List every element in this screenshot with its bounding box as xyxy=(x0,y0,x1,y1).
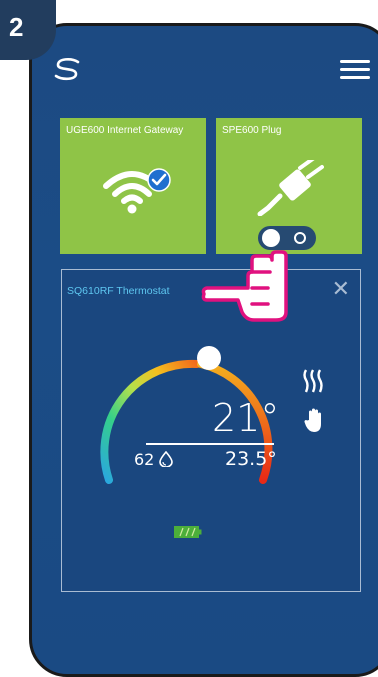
dial-knob[interactable] xyxy=(197,346,221,370)
phone-screen: UGE600 Internet Gateway SPE600 Plug SQ61… xyxy=(29,23,378,677)
thermostat-title: SQ610RF Thermostat xyxy=(67,285,170,297)
app-logo-icon xyxy=(54,58,80,81)
manual-hand-icon xyxy=(304,408,321,432)
current-temperature: 21° xyxy=(212,396,280,440)
heating-icon xyxy=(303,369,323,393)
battery-icon xyxy=(174,526,202,538)
divider xyxy=(146,443,274,445)
humidity-value: 62 xyxy=(134,450,174,469)
gateway-tile-label: UGE600 Internet Gateway xyxy=(66,125,184,136)
wifi-connected-icon xyxy=(103,168,171,214)
step-number: 2 xyxy=(9,12,24,42)
pointing-hand-icon xyxy=(201,250,288,322)
plug-tile-label: SPE600 Plug xyxy=(222,125,282,136)
humidity-number: 62 xyxy=(134,450,155,469)
menu-button[interactable] xyxy=(340,60,370,79)
close-icon[interactable]: ✕ xyxy=(332,278,350,300)
setpoint-temperature: 23.5° xyxy=(225,448,277,470)
humidity-drop-icon xyxy=(159,450,174,468)
toggle-off-indicator xyxy=(294,232,306,244)
gateway-tile[interactable]: UGE600 Internet Gateway xyxy=(60,118,206,254)
plug-icon xyxy=(257,160,324,216)
